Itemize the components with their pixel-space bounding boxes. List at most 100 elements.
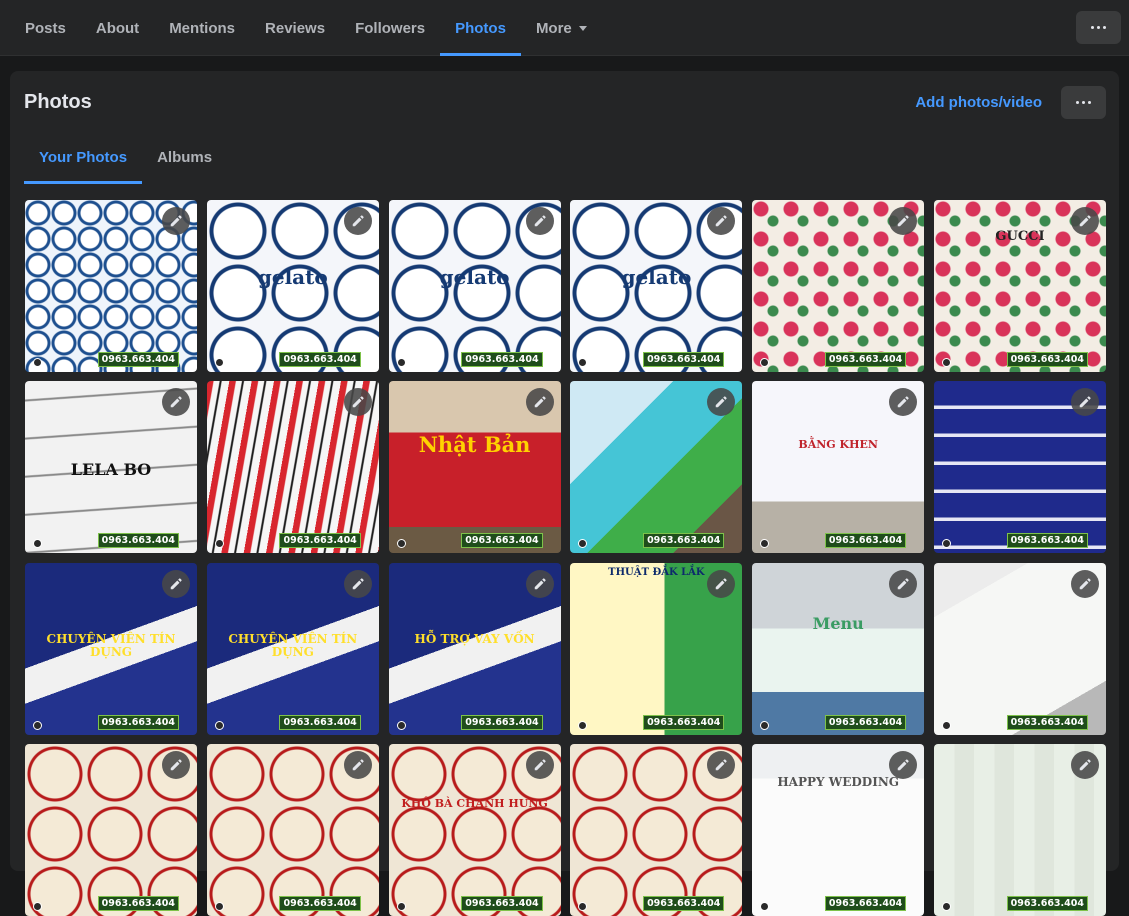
- photo-caption-text: gelato: [257, 265, 328, 289]
- pencil-icon: [1078, 214, 1092, 228]
- photo-tile[interactable]: CHUYÊN VIÊN TÍN DỤNG 0963.663.404: [206, 562, 379, 735]
- watermark-logo-icon: [33, 720, 42, 730]
- watermark-logo-icon: [578, 901, 588, 911]
- pencil-icon: [169, 577, 183, 591]
- photo-tile[interactable]: gelato 0963.663.404: [570, 200, 743, 372]
- photo-tile[interactable]: LELA BO 0963.663.404: [25, 381, 197, 554]
- tab-photos[interactable]: Photos: [440, 0, 521, 56]
- phone-badge: 0963.663.404: [643, 895, 725, 911]
- photo-caption-text: CHUYÊN VIÊN TÍN DỤNG: [228, 631, 358, 659]
- watermark-logo-icon: [396, 539, 406, 549]
- edit-photo-button[interactable]: [707, 569, 736, 598]
- photo-tile[interactable]: 0963.663.404: [570, 381, 743, 554]
- phone-badge: 0963.663.404: [97, 714, 179, 730]
- photos-title: Photos: [24, 91, 92, 113]
- edit-photo-button[interactable]: [707, 750, 736, 779]
- phone-badge: 0963.663.404: [97, 895, 179, 911]
- edit-photo-button[interactable]: [889, 388, 918, 417]
- watermark-logo-icon: [760, 720, 770, 730]
- phone-badge: 0963.663.404: [279, 533, 361, 549]
- photo-tile[interactable]: THUẬT ĐẮK LẮK 0963.663.404: [570, 562, 743, 735]
- pencil-icon: [533, 214, 547, 228]
- photo-tile[interactable]: 0963.663.404: [25, 743, 197, 916]
- photo-caption-text: Menu: [812, 613, 864, 633]
- photo-tile[interactable]: 0963.663.404: [752, 200, 925, 372]
- more-horizontal-icon: [1075, 100, 1092, 105]
- pencil-icon: [714, 577, 728, 591]
- tab-posts[interactable]: Posts: [10, 0, 81, 56]
- photo-caption-text: gelato: [621, 265, 692, 289]
- pencil-icon: [169, 214, 183, 228]
- pencil-icon: [169, 758, 183, 772]
- edit-photo-button[interactable]: [1070, 207, 1099, 235]
- edit-photo-button[interactable]: [162, 569, 190, 598]
- edit-photo-button[interactable]: [707, 207, 736, 235]
- photo-tile[interactable]: 0963.663.404: [25, 200, 197, 372]
- photo-tile[interactable]: GUCCI 0963.663.404: [933, 200, 1106, 372]
- photo-tile[interactable]: gelato 0963.663.404: [206, 200, 379, 372]
- tab-about[interactable]: About: [81, 0, 154, 56]
- page-menu-button[interactable]: [1076, 11, 1121, 44]
- photo-tile[interactable]: CHUYÊN VIÊN TÍN DỤNG 0963.663.404: [25, 562, 197, 735]
- photo-tile[interactable]: HỖ TRỢ VAY VỐN 0963.663.404: [388, 562, 561, 735]
- tab-mentions[interactable]: Mentions: [154, 0, 250, 56]
- edit-photo-button[interactable]: [525, 750, 554, 779]
- edit-photo-button[interactable]: [525, 569, 554, 598]
- pencil-icon: [533, 395, 547, 409]
- edit-photo-button[interactable]: [889, 750, 918, 779]
- pencil-icon: [1078, 758, 1092, 772]
- edit-photo-button[interactable]: [889, 207, 918, 235]
- edit-photo-button[interactable]: [162, 388, 190, 417]
- photo-tile[interactable]: HAPPY WEDDING 0963.663.404: [752, 743, 925, 916]
- edit-photo-button[interactable]: [889, 569, 918, 598]
- tab-reviews-label: Reviews: [265, 19, 326, 37]
- photo-tile[interactable]: 0963.663.404: [570, 743, 743, 916]
- tab-followers[interactable]: Followers: [340, 0, 440, 56]
- phone-badge: 0963.663.404: [461, 895, 543, 911]
- photo-tile[interactable]: 0963.663.404: [933, 381, 1106, 554]
- watermark-logo-icon: [214, 720, 224, 730]
- photo-tile[interactable]: KHÔ BÀ CHANH HƯNG 0963.663.404: [388, 743, 561, 916]
- watermark-logo-icon: [214, 358, 224, 367]
- edit-photo-button[interactable]: [343, 388, 372, 417]
- tab-photos-label: Photos: [455, 19, 506, 37]
- photo-tile[interactable]: gelato 0963.663.404: [388, 200, 561, 372]
- tab-more[interactable]: More: [521, 0, 602, 56]
- photo-tile[interactable]: Menu 0963.663.404: [752, 562, 925, 735]
- pencil-icon: [896, 758, 910, 772]
- phone-badge: 0963.663.404: [97, 533, 179, 549]
- phone-badge: 0963.663.404: [1006, 352, 1088, 367]
- edit-photo-button[interactable]: [1070, 750, 1099, 779]
- edit-photo-button[interactable]: [162, 207, 190, 235]
- watermark-logo-icon: [760, 358, 770, 367]
- edit-photo-button[interactable]: [525, 207, 554, 235]
- pencil-icon: [896, 214, 910, 228]
- tab-reviews[interactable]: Reviews: [250, 0, 340, 56]
- photo-tile[interactable]: 0963.663.404: [933, 562, 1106, 735]
- photo-tile[interactable]: 0963.663.404: [933, 743, 1106, 916]
- phone-badge: 0963.663.404: [461, 352, 543, 367]
- watermark-logo-icon: [578, 358, 588, 367]
- pencil-icon: [351, 577, 365, 591]
- photo-tile[interactable]: BẰNG KHEN 0963.663.404: [752, 381, 925, 554]
- photo-tile[interactable]: Nhật Bản 0963.663.404: [388, 381, 561, 554]
- photo-tile[interactable]: 0963.663.404: [206, 743, 379, 916]
- phone-badge: 0963.663.404: [461, 714, 543, 730]
- photos-menu-button[interactable]: [1061, 86, 1106, 119]
- phone-badge: 0963.663.404: [279, 352, 361, 367]
- edit-photo-button[interactable]: [343, 750, 372, 779]
- edit-photo-button[interactable]: [1070, 569, 1099, 598]
- edit-photo-button[interactable]: [707, 388, 736, 417]
- photo-tile[interactable]: 0963.663.404: [206, 381, 379, 554]
- phone-badge: 0963.663.404: [97, 352, 179, 367]
- edit-photo-button[interactable]: [162, 750, 190, 779]
- tab-followers-label: Followers: [355, 19, 426, 37]
- edit-photo-button[interactable]: [343, 207, 372, 235]
- edit-photo-button[interactable]: [343, 569, 372, 598]
- photo-caption-text: HỖ TRỢ VAY VỐN: [414, 631, 535, 646]
- edit-photo-button[interactable]: [525, 388, 554, 417]
- tab-albums[interactable]: Albums: [142, 131, 227, 184]
- edit-photo-button[interactable]: [1070, 388, 1099, 417]
- add-photos-video-link[interactable]: Add photos/video: [915, 94, 1042, 111]
- tab-your-photos[interactable]: Your Photos: [24, 131, 143, 184]
